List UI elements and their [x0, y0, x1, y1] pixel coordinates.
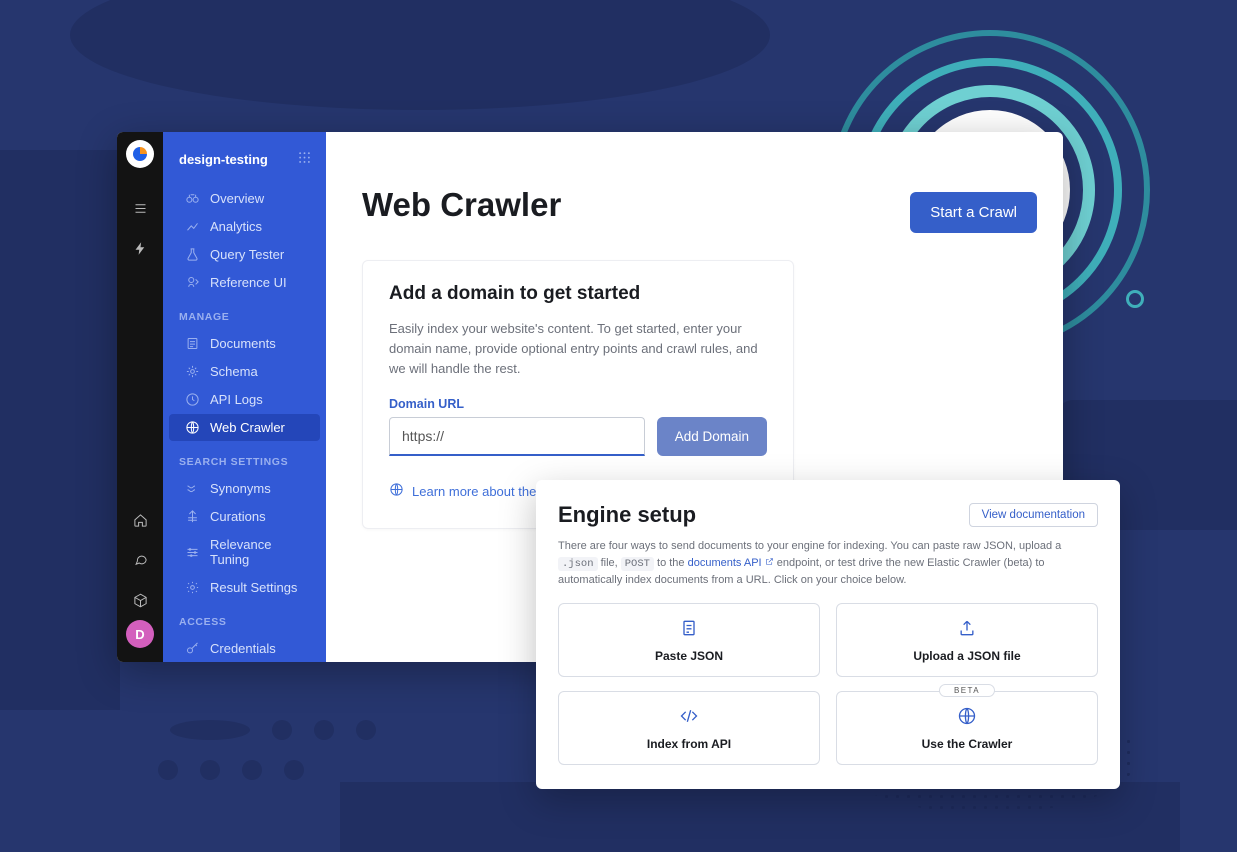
sidebar: design-testing Overview Analytics Query Te…	[163, 132, 326, 662]
schema-icon	[185, 364, 200, 379]
sidebar-section-heading: SEARCH SETTINGS	[163, 442, 326, 474]
engine-option-upload-a-json-file[interactable]: Upload a JSON file	[836, 603, 1098, 677]
nav-rail: D	[117, 132, 163, 662]
sidebar-item-label: Documents	[210, 336, 276, 351]
sidebar-item-label: Curations	[210, 509, 266, 524]
sidebar-section-heading: MANAGE	[163, 297, 326, 329]
engine-description: There are four ways to send documents to…	[558, 538, 1098, 589]
domain-url-label: Domain URL	[389, 397, 767, 411]
engine-option-use-the-crawler[interactable]: BETAUse the Crawler	[836, 691, 1098, 765]
option-label: Use the Crawler	[922, 737, 1013, 751]
gear-icon	[185, 580, 200, 595]
paste-icon	[679, 618, 699, 643]
sidebar-item-overview[interactable]: Overview	[169, 185, 320, 212]
product-logo[interactable]	[126, 140, 154, 168]
sidebar-item-api-logs[interactable]: API Logs	[169, 386, 320, 413]
globe-icon	[185, 420, 200, 435]
sidebar-item-label: Result Settings	[210, 580, 297, 595]
curations-icon	[185, 509, 200, 524]
engine-setup-card: Engine setup View documentation There ar…	[536, 480, 1120, 789]
beta-badge: BETA	[939, 684, 995, 697]
cube-icon[interactable]	[126, 586, 154, 614]
sidebar-item-credentials[interactable]: Credentials	[169, 635, 320, 662]
reference-icon	[185, 275, 200, 290]
view-documentation-button[interactable]: View documentation	[969, 503, 1098, 527]
home-icon[interactable]	[126, 506, 154, 534]
code-icon	[679, 706, 699, 731]
bolt-icon[interactable]	[126, 234, 154, 262]
sidebar-item-label: Query Tester	[210, 247, 284, 262]
sidebar-item-query-tester[interactable]: Query Tester	[169, 241, 320, 268]
sidebar-item-label: Reference UI	[210, 275, 287, 290]
sidebar-item-label: Credentials	[210, 641, 276, 656]
documents-icon	[185, 336, 200, 351]
sidebar-item-label: Overview	[210, 191, 264, 206]
analytics-icon	[185, 219, 200, 234]
sidebar-item-web-crawler[interactable]: Web Crawler	[169, 414, 320, 441]
option-label: Upload a JSON file	[913, 649, 1020, 663]
synonyms-icon	[185, 481, 200, 496]
chat-icon[interactable]	[126, 546, 154, 574]
flask-icon	[185, 247, 200, 262]
menu-icon[interactable]	[126, 194, 154, 222]
key-icon	[185, 641, 200, 656]
card-description: Easily index your website's content. To …	[389, 319, 767, 379]
engine-option-paste-json[interactable]: Paste JSON	[558, 603, 820, 677]
sidebar-item-label: Web Crawler	[210, 420, 285, 435]
engine-name: design-testing	[179, 152, 268, 167]
domain-url-input[interactable]	[389, 417, 645, 456]
documents-api-link[interactable]: documents API	[688, 557, 774, 569]
option-label: Paste JSON	[655, 649, 723, 663]
sidebar-item-curations[interactable]: Curations	[169, 503, 320, 530]
sidebar-item-label: Synonyms	[210, 481, 271, 496]
engine-option-index-from-api[interactable]: Index from API	[558, 691, 820, 765]
sidebar-item-label: Relevance Tuning	[210, 537, 304, 567]
user-avatar[interactable]: D	[126, 620, 154, 648]
upload-icon	[957, 618, 977, 643]
sidebar-item-documents[interactable]: Documents	[169, 330, 320, 357]
globe-icon	[389, 482, 404, 500]
binoculars-icon	[185, 191, 200, 206]
sidebar-item-label: API Logs	[210, 392, 263, 407]
clock-icon	[185, 392, 200, 407]
add-domain-button[interactable]: Add Domain	[657, 417, 767, 456]
option-label: Index from API	[647, 737, 731, 751]
sidebar-item-analytics[interactable]: Analytics	[169, 213, 320, 240]
grid-icon[interactable]	[297, 150, 312, 168]
sidebar-section-heading: ACCESS	[163, 602, 326, 634]
globe-icon	[957, 706, 977, 731]
sidebar-item-synonyms[interactable]: Synonyms	[169, 475, 320, 502]
start-crawl-button[interactable]: Start a Crawl	[910, 192, 1037, 233]
engine-title: Engine setup	[558, 502, 696, 528]
sidebar-item-relevance-tuning[interactable]: Relevance Tuning	[169, 531, 320, 573]
sidebar-item-label: Schema	[210, 364, 258, 379]
sidebar-item-reference-ui[interactable]: Reference UI	[169, 269, 320, 296]
sidebar-item-label: Analytics	[210, 219, 262, 234]
tuning-icon	[185, 545, 200, 560]
sidebar-item-schema[interactable]: Schema	[169, 358, 320, 385]
sidebar-item-result-settings[interactable]: Result Settings	[169, 574, 320, 601]
card-title: Add a domain to get started	[389, 283, 767, 305]
